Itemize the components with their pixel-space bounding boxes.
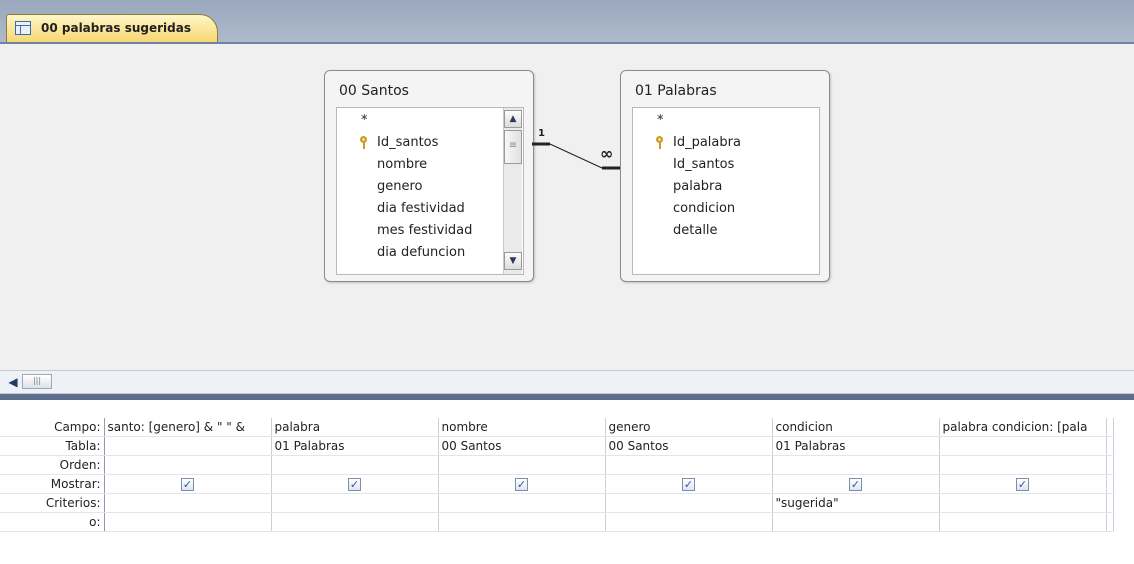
grid-cell-campo[interactable]: condicion — [772, 418, 940, 437]
horizontal-scroll-thumb[interactable]: ||| — [22, 374, 52, 389]
grid-cell-tabla[interactable] — [939, 436, 1107, 456]
grid-cell-tabla[interactable]: 01 Palabras — [271, 436, 439, 456]
grid-cell-criterios[interactable] — [438, 493, 606, 513]
primary-key-icon — [655, 136, 665, 150]
grid-cell-orden[interactable] — [939, 455, 1107, 475]
grid-cell-o[interactable] — [271, 512, 439, 532]
field-item[interactable]: detalle — [673, 220, 718, 241]
row-header: o: — [0, 512, 105, 532]
grid-cell-campo[interactable]: santo: [genero] & " " & — [104, 418, 272, 437]
row-header: Mostrar: — [0, 474, 105, 494]
relationship-many-label: ∞ — [600, 144, 614, 163]
field-item[interactable]: nombre — [377, 154, 427, 175]
row-header: Criterios: — [0, 493, 105, 513]
show-checkbox-cell[interactable]: ✓ — [104, 474, 272, 494]
show-checkbox-cell[interactable]: ✓ — [772, 474, 940, 494]
field-item[interactable]: genero — [377, 176, 423, 197]
show-checkbox[interactable]: ✓ — [682, 478, 695, 491]
field-item[interactable]: * — [361, 110, 368, 131]
grid-cell-campo[interactable]: palabra — [271, 418, 439, 437]
show-checkbox-cell[interactable]: ✓ — [605, 474, 773, 494]
grid-cell-o[interactable] — [772, 512, 940, 532]
field-item[interactable]: * — [657, 110, 664, 131]
query-tab[interactable]: 00 palabras sugeridas — [6, 14, 218, 42]
query-design-pane[interactable]: 00 Santos * Id_santos nombre genero dia … — [0, 44, 1134, 370]
row-header: Campo: — [0, 418, 105, 437]
field-list: * Id_palabra Id_santos palabra condicion… — [632, 107, 820, 275]
show-checkbox-cell[interactable]: ✓ — [271, 474, 439, 494]
grid-cell-empty[interactable] — [1106, 474, 1114, 494]
show-checkbox[interactable]: ✓ — [1016, 478, 1029, 491]
scroll-thumb[interactable]: ≡ — [504, 130, 522, 164]
relationship-one-label: 1 — [538, 128, 545, 139]
field-item[interactable]: Id_palabra — [673, 132, 741, 153]
grid-row-mostrar: Mostrar: ✓ ✓ ✓ ✓ ✓ ✓ — [0, 474, 1114, 494]
grid-cell-empty[interactable] — [1106, 418, 1114, 437]
field-item[interactable]: Id_santos — [673, 154, 734, 175]
show-checkbox-cell[interactable]: ✓ — [939, 474, 1107, 494]
grid-cell-criterios[interactable]: "sugerida" — [772, 493, 940, 513]
document-tab-strip: 00 palabras sugeridas — [0, 0, 1134, 44]
grid-cell-o[interactable] — [939, 512, 1107, 532]
field-list: * Id_santos nombre genero dia festividad… — [336, 107, 524, 275]
table-title: 01 Palabras — [635, 83, 717, 99]
show-checkbox-cell[interactable]: ✓ — [438, 474, 606, 494]
grid-row-criterios: Criterios: "sugerida" — [0, 493, 1114, 513]
grid-row-tabla: Tabla: 01 Palabras 00 Santos 00 Santos 01 Pa… — [0, 436, 1114, 456]
grid-cell-empty[interactable] — [1106, 455, 1114, 475]
field-item[interactable]: mes festividad — [377, 220, 472, 241]
grid-cell-tabla[interactable]: 00 Santos — [438, 436, 606, 456]
grid-cell-tabla[interactable] — [104, 436, 272, 456]
grid-cell-o[interactable] — [438, 512, 606, 532]
scroll-up-icon[interactable]: ▲ — [504, 110, 522, 128]
grid-cell-campo[interactable]: nombre — [438, 418, 606, 437]
query-grid-table: Campo: santo: [genero] & " " & palabra nomb… — [0, 418, 1114, 532]
vertical-scrollbar[interactable]: ▲ ≡ ▼ — [503, 108, 522, 274]
show-checkbox[interactable]: ✓ — [849, 478, 862, 491]
table-box-santos[interactable]: 00 Santos * Id_santos nombre genero dia … — [324, 70, 534, 282]
show-checkbox[interactable]: ✓ — [181, 478, 194, 491]
grid-row-orden: Orden: — [0, 455, 1114, 475]
grid-cell-o[interactable] — [605, 512, 773, 532]
grid-cell-empty[interactable] — [1106, 512, 1114, 532]
table-title: 00 Santos — [339, 83, 409, 99]
query-design-grid: Campo: santo: [genero] & " " & palabra nomb… — [0, 400, 1134, 564]
primary-key-icon — [359, 136, 369, 150]
field-item[interactable]: palabra — [673, 176, 722, 197]
horizontal-scrollbar[interactable]: ◀ ||| — [0, 370, 1134, 394]
grid-cell-orden[interactable] — [605, 455, 773, 475]
field-item[interactable]: Id_santos — [377, 132, 438, 153]
grid-cell-criterios[interactable] — [939, 493, 1107, 513]
grid-cell-criterios[interactable] — [605, 493, 773, 513]
scroll-down-icon[interactable]: ▼ — [504, 252, 522, 270]
grid-cell-orden[interactable] — [271, 455, 439, 475]
show-checkbox[interactable]: ✓ — [515, 478, 528, 491]
grid-cell-tabla[interactable]: 01 Palabras — [772, 436, 940, 456]
grid-cell-campo[interactable]: palabra condicion: [pala — [939, 418, 1107, 437]
scroll-left-icon[interactable]: ◀ — [6, 375, 20, 389]
grid-cell-o[interactable] — [104, 512, 272, 532]
table-box-palabras[interactable]: 01 Palabras * Id_palabra Id_santos palab… — [620, 70, 830, 282]
grid-cell-tabla[interactable]: 00 Santos — [605, 436, 773, 456]
grid-row-campo: Campo: santo: [genero] & " " & palabra nomb… — [0, 418, 1114, 437]
grid-cell-orden[interactable] — [104, 455, 272, 475]
query-icon — [15, 21, 31, 35]
row-header: Tabla: — [0, 436, 105, 456]
field-item[interactable]: condicion — [673, 198, 735, 219]
show-checkbox[interactable]: ✓ — [348, 478, 361, 491]
field-item[interactable]: dia defuncion — [377, 242, 465, 263]
grid-cell-empty[interactable] — [1106, 493, 1114, 513]
grid-cell-campo[interactable]: genero — [605, 418, 773, 437]
row-header: Orden: — [0, 455, 105, 475]
field-item[interactable]: dia festividad — [377, 198, 465, 219]
grid-cell-criterios[interactable] — [271, 493, 439, 513]
query-tab-label: 00 palabras sugeridas — [41, 21, 191, 35]
grid-row-o: o: — [0, 512, 1114, 532]
grid-cell-criterios[interactable] — [104, 493, 272, 513]
grid-cell-orden[interactable] — [438, 455, 606, 475]
grid-cell-orden[interactable] — [772, 455, 940, 475]
grid-cell-empty[interactable] — [1106, 436, 1114, 456]
